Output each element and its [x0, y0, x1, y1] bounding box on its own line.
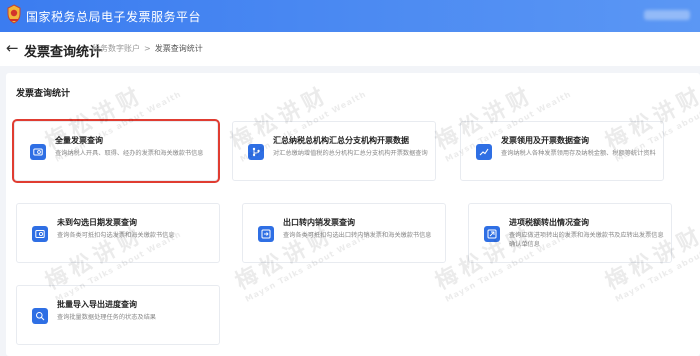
tax-transfer-icon — [484, 226, 500, 242]
page-title: 发票查询统计 — [24, 45, 103, 60]
export-transfer-icon — [258, 226, 274, 242]
section-title: 发票查询统计 — [16, 89, 71, 99]
card-branch-summary-query[interactable]: 汇总纳税总机构汇总分支机构开票数据 对汇总缴纳增值税的总分机构汇总分支机构开票数… — [232, 121, 436, 181]
card-description: 查询各类可抵扣勾选出口转内销发票和海关缴款书信息 — [283, 232, 432, 239]
card-description: 查询应做进项转出的发票和海关缴款书及应转出发票信息确认单信息 — [509, 232, 664, 248]
card-title: 全量发票查询 — [55, 136, 103, 145]
card-title: 出口转内销发票查询 — [283, 218, 355, 227]
card-title: 未到勾选日期发票查询 — [57, 218, 137, 227]
card-title: 发票领用及开票数据查询 — [501, 136, 589, 145]
breadcrumb: 税务数字账户 > 发票查询统计 — [92, 43, 203, 54]
branch-tree-icon — [248, 144, 264, 160]
app-title: 国家税务总局电子发票服务平台 — [26, 10, 202, 24]
tax-emblem-logo — [7, 4, 21, 24]
card-title: 汇总纳税总机构汇总分支机构开票数据 — [273, 136, 409, 145]
breadcrumb-separator: > — [144, 44, 151, 53]
card-description: 查询纳税人开具、取得、经办的发票和海关缴款书信息 — [55, 150, 204, 157]
breadcrumb-item-current: 发票查询统计 — [154, 44, 203, 53]
chart-line-icon — [476, 144, 492, 160]
user-info-blurred[interactable] — [644, 10, 690, 20]
card-description: 查询批量数据处理任务的状态及结果 — [57, 314, 156, 321]
page-header: ← 发票查询统计 税务数字账户 > 发票查询统计 — [0, 32, 700, 66]
card-invoice-usage-query[interactable]: 发票领用及开票数据查询 查询纳税人各种发票领用存及纳税金额、税额等统计资料 — [460, 121, 664, 181]
card-full-invoice-query[interactable]: 全量发票查询 查询纳税人开具、取得、经办的发票和海关缴款书信息 — [12, 119, 220, 183]
breadcrumb-item-tax-account[interactable]: 税务数字账户 — [92, 44, 140, 53]
card-description: 查询纳税人各种发票领用存及纳税金额、税额等统计资料 — [501, 150, 656, 157]
arrow-left-icon[interactable]: ← — [6, 39, 19, 57]
invoice-search-icon — [30, 144, 46, 160]
main-panel: 发票查询统计 全量发票查询 查询纳税人开具、取得、经办的发票和海关缴款书信息 汇… — [6, 73, 700, 356]
card-title: 批量导入导出进度查询 — [57, 300, 137, 309]
card-export-transfer-query[interactable]: 出口转内销发票查询 查询各类可抵扣勾选出口转内销发票和海关缴款书信息 — [242, 203, 446, 263]
card-title: 进项税额转出情况查询 — [509, 218, 589, 227]
card-description: 对汇总缴纳增值税的总分机构汇总分支机构开票数据查询 — [273, 150, 428, 157]
card-input-tax-transfer-query[interactable]: 进项税额转出情况查询 查询应做进项转出的发票和海关缴款书及应转出发票信息确认单信… — [468, 203, 672, 263]
card-pending-check-query[interactable]: 未到勾选日期发票查询 查询各类可抵扣勾选发票和海关缴款书信息 — [16, 203, 220, 263]
top-navbar: 国家税务总局电子发票服务平台 — [0, 0, 700, 32]
card-batch-progress-query[interactable]: 批量导入导出进度查询 查询批量数据处理任务的状态及结果 — [16, 285, 220, 345]
card-description: 查询各类可抵扣勾选发票和海关缴款书信息 — [57, 232, 175, 239]
clock-check-icon — [32, 226, 48, 242]
progress-search-icon — [32, 308, 48, 324]
